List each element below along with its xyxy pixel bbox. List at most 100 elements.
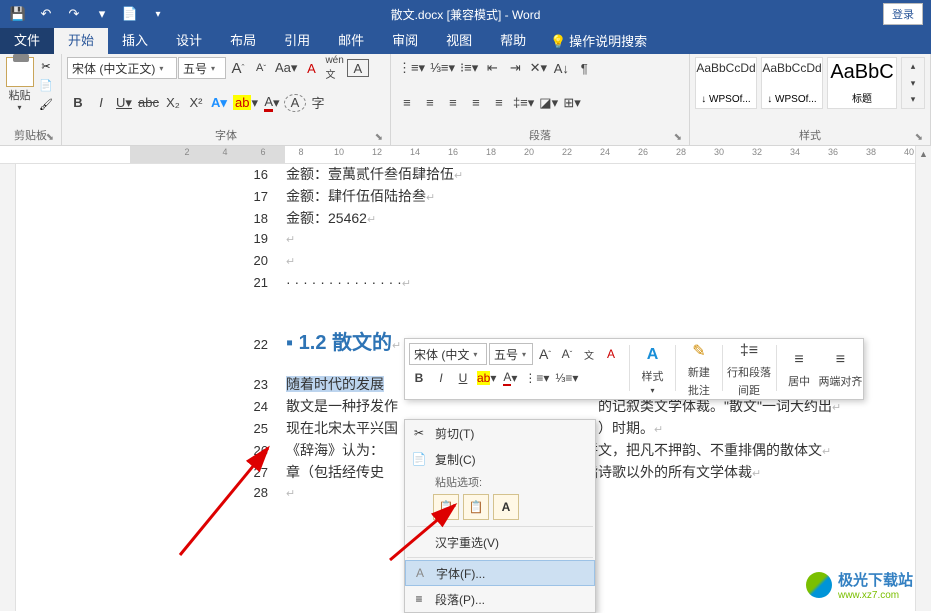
tab-layout[interactable]: 布局 <box>216 25 270 54</box>
undo-icon[interactable]: ↶ <box>33 2 59 26</box>
login-button[interactable]: 登录 <box>883 3 923 25</box>
numbering-button[interactable]: ⅓≡▾ <box>428 57 457 79</box>
shading-button[interactable]: ◪▾ <box>537 92 560 114</box>
tab-help[interactable]: 帮助 <box>486 25 540 54</box>
mini-bullets-button[interactable]: ⋮≡▾ <box>522 368 551 388</box>
grow-font-button[interactable]: Aˆ <box>227 57 249 79</box>
tab-review[interactable]: 审阅 <box>378 25 432 54</box>
subscript-button[interactable]: X₂ <box>162 92 184 114</box>
borders-button[interactable]: ⊞▾ <box>561 92 583 114</box>
phonetic-guide-button[interactable]: wén文 <box>323 57 345 79</box>
tab-view[interactable]: 视图 <box>432 25 486 54</box>
shrink-font-button[interactable]: Aˇ <box>250 57 272 79</box>
ctx-paragraph[interactable]: ≡ 段落(P)... <box>405 586 595 612</box>
superscript-button[interactable]: X² <box>185 92 207 114</box>
styles-row-down-button[interactable]: ▾ <box>902 75 924 92</box>
bullets-button[interactable]: ⋮≡▾ <box>396 57 427 79</box>
mini-phonetic-button[interactable]: 文 <box>579 344 599 364</box>
scroll-up-icon[interactable]: ▲ <box>916 146 931 162</box>
align-right-button[interactable]: ≡ <box>442 92 464 114</box>
decrease-indent-button[interactable]: ⇤ <box>481 57 503 79</box>
align-left-button[interactable]: ≡ <box>396 92 418 114</box>
change-case-button[interactable]: Aa▾ <box>273 57 299 79</box>
align-center-button[interactable]: ≡ <box>419 92 441 114</box>
ctx-copy[interactable]: 📄 复制(C) <box>405 446 595 472</box>
tell-me-search[interactable]: 💡 操作说明搜索 <box>540 27 657 54</box>
paste-button[interactable]: 粘贴 ▾ <box>5 57 34 113</box>
dialog-launcher-icon[interactable]: ⬊ <box>46 132 54 143</box>
dialog-launcher-icon[interactable]: ⬊ <box>915 132 923 143</box>
bold-button[interactable]: B <box>67 92 89 114</box>
mini-shrink-font-button[interactable]: Aˇ <box>557 344 577 364</box>
clear-format-button[interactable]: A <box>300 57 322 79</box>
text-line[interactable]: 16金额：壹萬贰仟叁佰肆拾伍↵ <box>16 164 931 186</box>
underline-button[interactable]: U▾ <box>113 92 135 114</box>
char-border-button[interactable]: A <box>347 59 369 77</box>
font-color-button[interactable]: A▾ <box>261 92 283 114</box>
mini-underline-button[interactable]: U <box>453 368 473 388</box>
paste-text-only-button[interactable]: A <box>493 494 519 520</box>
tab-references[interactable]: 引用 <box>270 25 324 54</box>
mini-numbering-button[interactable]: ⅓≡▾ <box>553 368 580 388</box>
save-icon[interactable]: 💾 <box>5 2 31 26</box>
text-line[interactable]: 18金额：25462↵ <box>16 208 931 230</box>
mini-highlight-button[interactable]: ab▾ <box>475 368 498 388</box>
text-line[interactable]: 20↵ <box>16 252 931 274</box>
font-size-combo[interactable]: 五号▾ <box>178 57 226 79</box>
text-line[interactable]: 19↵ <box>16 230 931 252</box>
tab-insert[interactable]: 插入 <box>108 25 162 54</box>
format-painter-button[interactable]: 🖌 <box>36 95 56 113</box>
ctx-font[interactable]: A 字体(F)... <box>405 560 595 586</box>
highlight-button[interactable]: ab▾ <box>231 92 260 114</box>
italic-button[interactable]: I <box>90 92 112 114</box>
font-name-combo[interactable]: 宋体 (中文正文)▾ <box>67 57 177 79</box>
style-item[interactable]: AaBbCcDd ↓ WPSOf... <box>761 57 823 109</box>
mini-font-color-button[interactable]: A▾ <box>500 368 520 388</box>
cut-button[interactable]: ✂ <box>36 57 56 75</box>
tab-file[interactable]: 文件 <box>0 25 54 54</box>
styles-gallery[interactable]: AaBbCcDd ↓ WPSOf... AaBbCcDd ↓ WPSOf... … <box>695 57 925 109</box>
text-line[interactable]: 17金额：肆仟伍佰陆拾叁↵ <box>16 186 931 208</box>
line-spacing-button[interactable]: ‡≡▾ <box>511 92 536 114</box>
tab-mailings[interactable]: 邮件 <box>324 25 378 54</box>
touch-mode-icon[interactable]: 📄 <box>117 2 143 26</box>
mini-line-spacing-button[interactable]: ‡≡ 行和段落 间距 <box>726 339 771 399</box>
horizontal-ruler[interactable]: 246810121416182022242628303234363840 <box>0 146 931 164</box>
text-effects-button[interactable]: A▾ <box>208 92 230 114</box>
mini-font-combo[interactable]: 宋体 (中文▾ <box>409 343 487 365</box>
vertical-scrollbar[interactable]: ▲ <box>915 146 931 611</box>
mini-justify-button[interactable]: ≡ 两端对齐 <box>818 339 863 399</box>
mini-grow-font-button[interactable]: Aˆ <box>535 344 555 364</box>
dialog-launcher-icon[interactable]: ⬊ <box>674 132 682 143</box>
justify-button[interactable]: ≡ <box>465 92 487 114</box>
ctx-cut[interactable]: ✂ 剪切(T) <box>405 420 595 446</box>
vertical-ruler[interactable] <box>0 164 16 611</box>
styles-row-up-button[interactable]: ▴ <box>902 58 924 75</box>
style-item[interactable]: AaBbC 标题 <box>827 57 897 109</box>
redo-icon[interactable]: ↷ <box>61 2 87 26</box>
show-marks-button[interactable]: ¶ <box>573 57 595 79</box>
mini-bold-button[interactable]: B <box>409 368 429 388</box>
copy-button[interactable]: 📄 <box>36 76 56 94</box>
ctx-hanzi-reconvert[interactable]: 汉字重选(V) <box>405 529 595 555</box>
distribute-button[interactable]: ≡ <box>488 92 510 114</box>
char-shading-button[interactable]: A <box>284 94 306 112</box>
mini-size-combo[interactable]: 五号▾ <box>489 343 533 365</box>
mini-clear-button[interactable]: A <box>601 344 621 364</box>
sort-button[interactable]: A↓ <box>550 57 572 79</box>
enclose-char-button[interactable]: 字 <box>307 92 329 114</box>
qat-more-icon[interactable]: ▾ <box>89 2 115 26</box>
text-line[interactable]: 21· · · · · · · · · · · · · ·↵ <box>16 274 931 296</box>
mini-center-button[interactable]: ≡ 居中 <box>780 339 818 399</box>
mini-new-comment-button[interactable]: ✎ 新建 批注 <box>680 339 718 399</box>
strike-button[interactable]: abc <box>136 92 161 114</box>
dialog-launcher-icon[interactable]: ⬊ <box>375 132 383 143</box>
increase-indent-button[interactable]: ⇥ <box>504 57 526 79</box>
styles-more-button[interactable]: ▾ <box>902 91 924 108</box>
mini-styles-button[interactable]: A 样式▾ <box>634 339 672 399</box>
qat-customize-icon[interactable]: ▾ <box>145 2 171 26</box>
tab-home[interactable]: 开始 <box>54 25 108 54</box>
paste-merge-button[interactable]: 📋 <box>463 494 489 520</box>
tab-design[interactable]: 设计 <box>162 25 216 54</box>
style-item[interactable]: AaBbCcDd ↓ WPSOf... <box>695 57 757 109</box>
